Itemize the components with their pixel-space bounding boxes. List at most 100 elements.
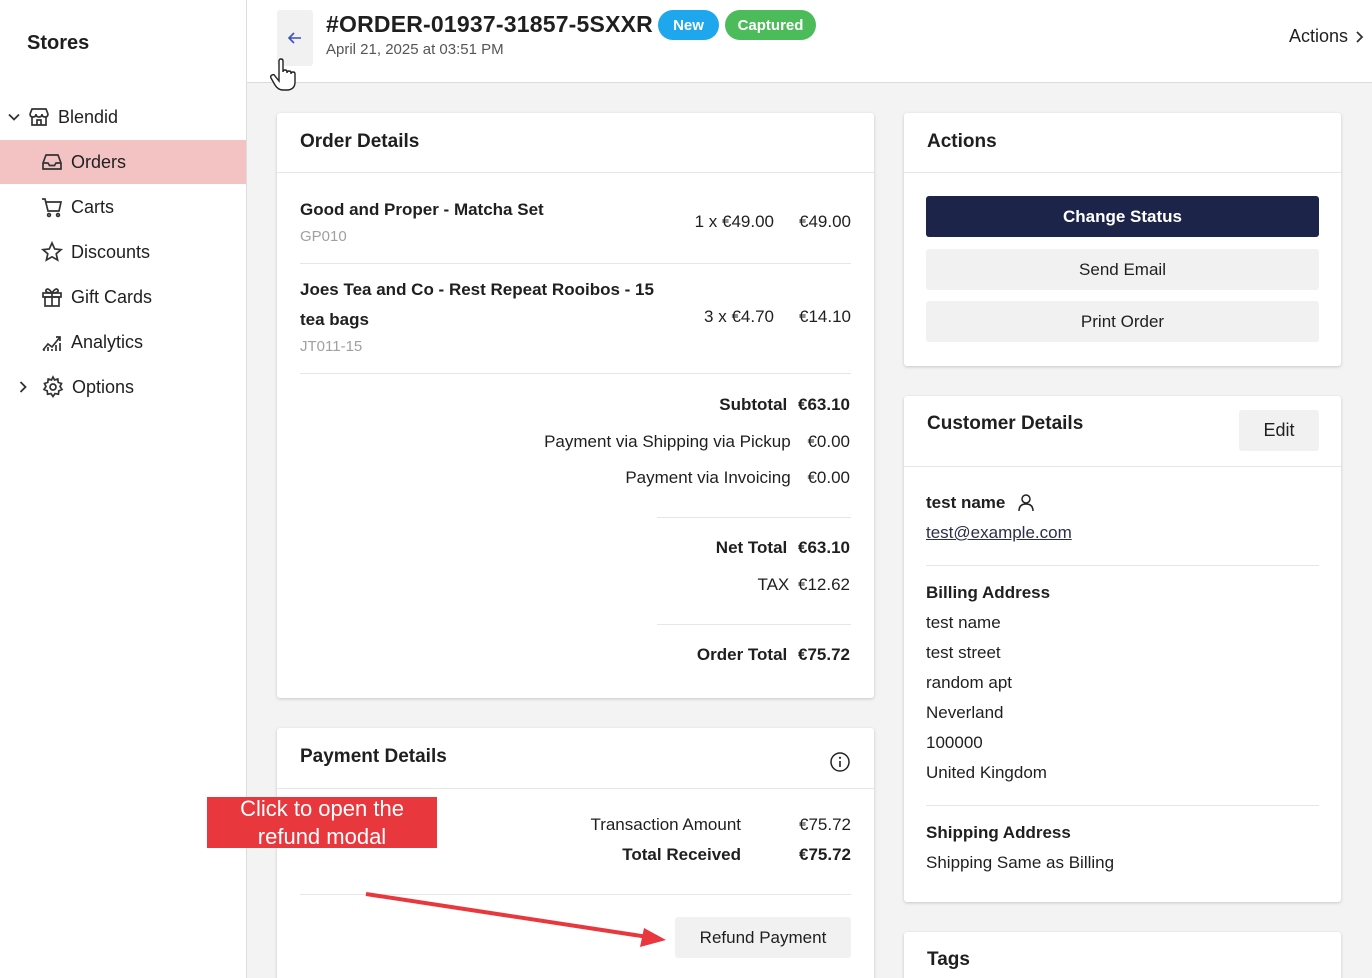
order-date: April 21, 2025 at 03:51 PM [326,41,504,58]
sidebar-item-label: Gift Cards [71,286,153,307]
status-badge-captured: Captured [725,10,816,40]
page-title: #ORDER-01937-31857-5SXXR [326,11,653,37]
sidebar-store-label: Blendid [58,106,119,127]
divider [926,805,1319,806]
sidebar-item-carts[interactable]: Carts [0,185,246,229]
customer-details-card: Customer Details Edit test name test@exa… [904,396,1341,902]
sidebar-item-label: Discounts [71,241,151,262]
sidebar-item-gift-cards[interactable]: Gift Cards [0,275,246,319]
line-item-name: Joes Tea and Co - Rest Repeat Rooibos - … [300,280,654,329]
actions-title: Actions [927,131,997,152]
sidebar-item-label: Carts [71,196,115,217]
subtotal-value: €63.10 [798,395,850,414]
order-total-row: Order Total €75.72 [697,645,850,665]
gift-icon [39,284,65,310]
sidebar-item-label: Analytics [71,331,144,352]
line-item-sku: JT011-15 [300,338,363,355]
hand-cursor-icon [270,58,296,91]
net-total-row: Net Total €63.10 [716,538,850,558]
shipping-address-line: Shipping Same as Billing [926,853,1115,872]
tax-value: €12.62 [798,575,850,594]
customer-name: test name [926,493,1006,512]
customer-email-link[interactable]: test@example.com [926,523,1072,543]
sidebar-item-options[interactable]: Options [0,365,246,409]
chevron-down-icon[interactable] [2,110,26,124]
invoicing-label: Payment via Invoicing [625,468,791,487]
invoicing-row: Payment via Invoicing €0.00 [625,468,850,488]
cart-icon [39,194,65,220]
subtotal-label: Subtotal [719,395,788,414]
divider [657,624,851,625]
billing-address-line: 100000 [926,733,983,752]
subtotal-row: Subtotal €63.10 [719,395,850,415]
line-item-total: €14.10 [799,307,851,326]
store-icon [26,104,52,130]
annotation-arrow-icon [365,892,666,947]
billing-address-line: random apt [926,673,1012,692]
order-total-label: Order Total [696,645,788,664]
shipping-label: Payment via Shipping via Pickup [544,432,791,451]
billing-address-line: test street [926,643,1001,662]
payment-details-header: Payment Details [277,728,874,789]
invoicing-value: €0.00 [807,468,850,487]
header-actions-menu[interactable]: Actions [1289,26,1366,47]
billing-address-line: Neverland [926,703,1004,722]
billing-address-line: test name [926,613,1001,632]
send-email-button[interactable]: Send Email [926,249,1319,290]
net-total-value: €63.10 [798,538,850,557]
annotation-callout: Click to open the refund modal [207,796,437,849]
customer-name-row: test name [926,493,1035,513]
line-item-name: Good and Proper - Matcha Set [300,200,544,219]
change-status-button[interactable]: Change Status [926,196,1319,237]
sidebar-options-label: Options [72,376,135,397]
order-details-title: Order Details [300,131,420,152]
edit-customer-button[interactable]: Edit [1239,410,1319,451]
line-item-qty: 1 x €49.00 [694,212,774,231]
order-details-card: Order Details Good and Proper - Matcha S… [277,113,874,698]
actions-card: Actions Change Status Send Email Print O… [904,113,1341,366]
transaction-amount-value: €75.72 [799,815,851,834]
header-actions-label: Actions [1288,26,1348,46]
sidebar-item-blendid[interactable]: Blendid [0,95,246,139]
billing-address-line: United Kingdom [926,763,1047,782]
shipping-address-title: Shipping Address [926,823,1071,842]
tags-title: Tags [927,949,970,970]
sidebar-title: Stores [27,32,90,54]
analytics-icon [39,329,65,355]
sidebar-item-discounts[interactable]: Discounts [0,230,246,274]
line-item-total: €49.00 [799,212,851,231]
customer-details-title: Customer Details [927,413,1084,434]
shipping-value: €0.00 [807,432,850,451]
tax-label: TAX [757,575,790,594]
transaction-amount-label: Transaction Amount [590,815,741,834]
arrow-left-icon [287,32,301,44]
print-order-button[interactable]: Print Order [926,301,1319,342]
total-received-value: €75.72 [799,845,851,864]
gear-icon [40,374,66,400]
actions-header: Actions [904,113,1341,173]
inbox-icon [39,149,65,175]
user-icon[interactable] [1017,493,1035,513]
status-badge-new: New [658,10,719,40]
divider [926,565,1319,566]
info-icon[interactable] [829,751,851,773]
divider [300,373,851,374]
line-item-qty: 3 x €4.70 [704,307,774,326]
order-header: #ORDER-01937-31857-5SXXR April 21, 2025 … [247,0,1372,83]
sidebar-item-analytics[interactable]: Analytics [0,320,246,364]
tags-card: Tags [904,932,1341,978]
divider [657,517,851,518]
payment-details-title: Payment Details [300,746,447,767]
shipping-row: Payment via Shipping via Pickup €0.00 [544,432,850,452]
star-icon [39,239,65,265]
total-received-label: Total Received [622,845,741,864]
net-total-label: Net Total [715,538,788,557]
sidebar-item-orders[interactable]: Orders [0,140,246,184]
refund-payment-button[interactable]: Refund Payment [675,917,851,958]
order-details-header: Order Details [277,113,874,173]
billing-address-title: Billing Address [926,583,1051,602]
chevron-right-icon[interactable] [16,380,30,394]
sidebar-item-label: Orders [71,151,127,172]
tax-row: TAX €12.62 [757,575,850,595]
customer-details-header: Customer Details Edit [904,396,1341,467]
